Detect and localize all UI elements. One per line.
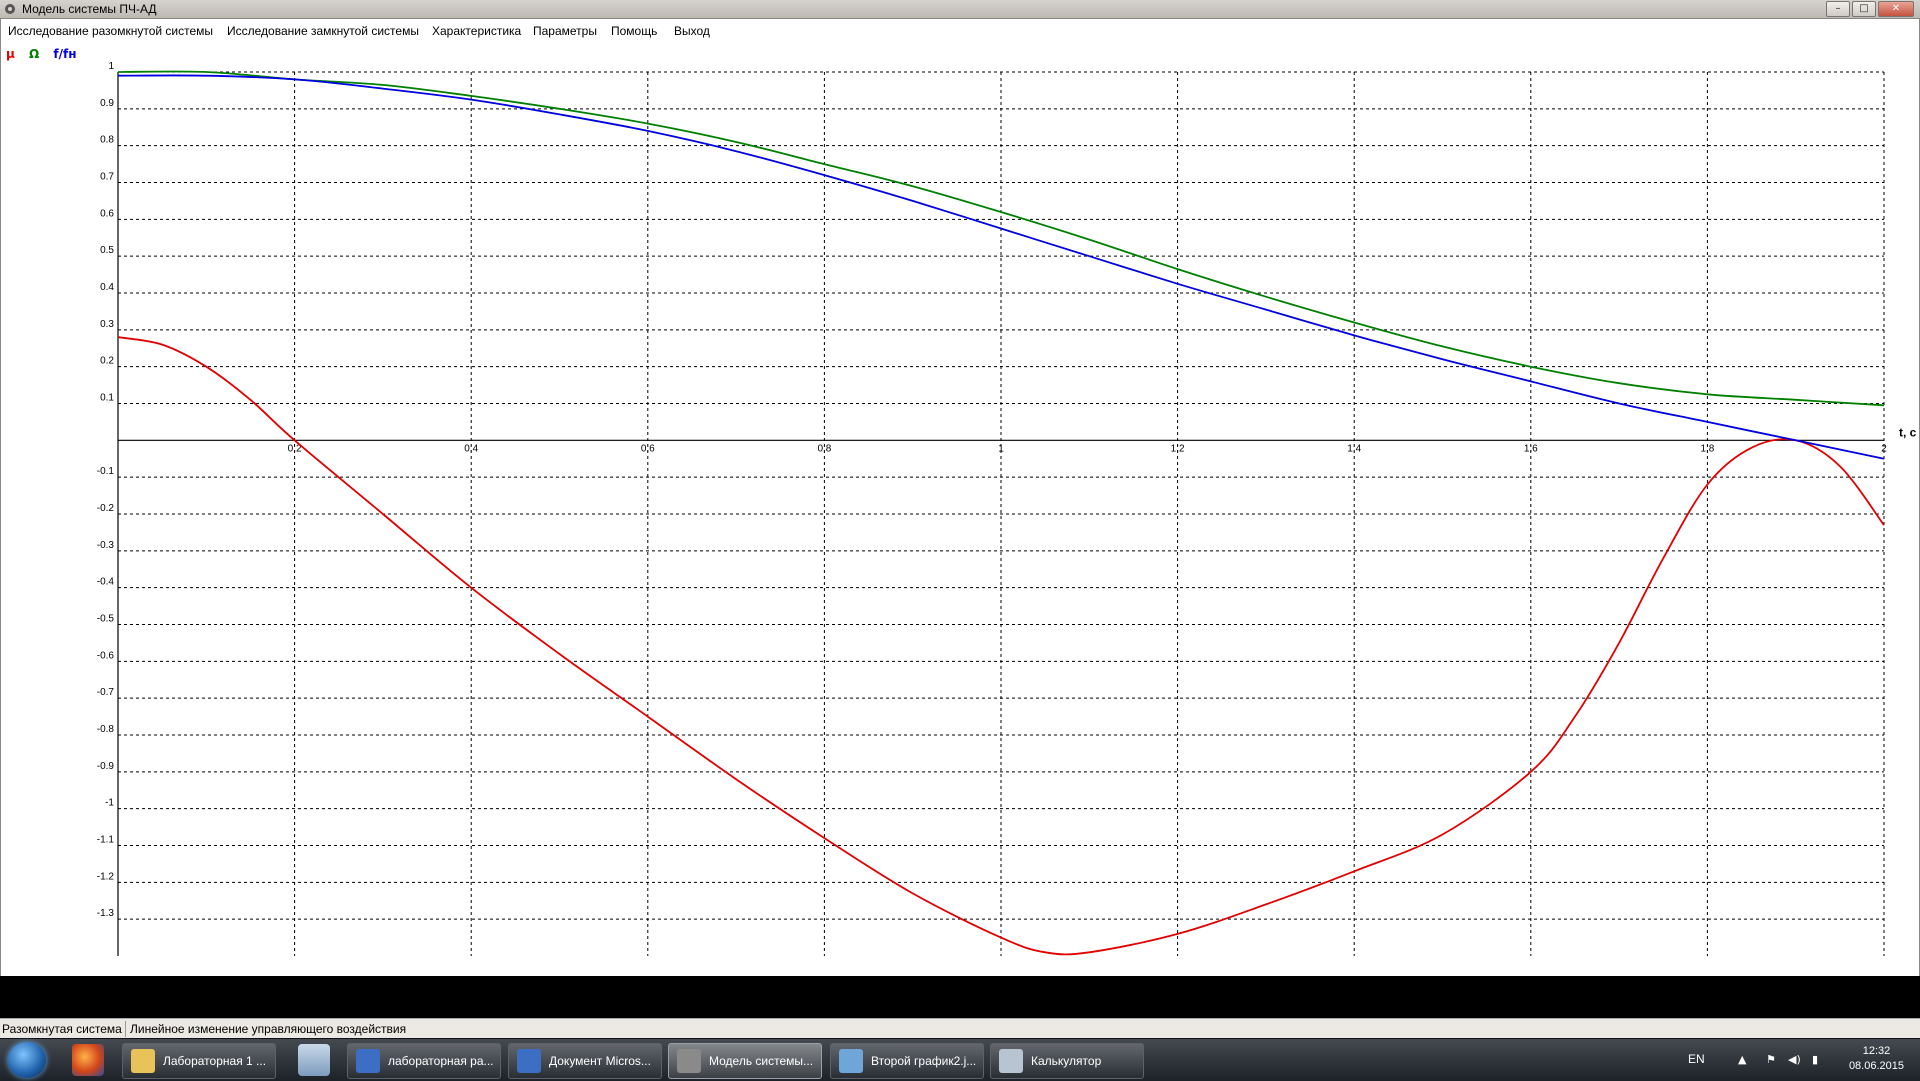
x-tick-label: 0.8 <box>817 443 831 454</box>
language-indicator[interactable]: EN <box>1688 1052 1705 1066</box>
show-hidden-icons[interactable]: ▲ <box>1738 1053 1746 1066</box>
volume-icon[interactable]: ◀) <box>1788 1053 1801 1066</box>
word-doc-icon <box>356 1049 380 1073</box>
menu-characteristic[interactable]: Характеристика <box>432 24 521 38</box>
system-tray: EN ▲ ⚑ ◀) ▮ 12:32 08.06.2015 <box>1680 1039 1920 1081</box>
y-tick-label: -1.3 <box>97 908 115 919</box>
menu-bar: Исследование разомкнутой системы Исследо… <box>0 19 1920 41</box>
y-tick-label: -0.2 <box>97 503 115 514</box>
y-tick-label: -0.9 <box>97 761 115 772</box>
status-mode: Разомкнутая система <box>2 1022 122 1036</box>
taskbar-item[interactable]: Документ Micros... <box>508 1043 662 1079</box>
y-tick-label: 0.2 <box>100 356 114 367</box>
y-tick-label: -0.7 <box>97 687 115 698</box>
maximize-button[interactable]: □ <box>1852 1 1876 17</box>
taskbar-item[interactable]: лабораторная ра... <box>347 1043 501 1079</box>
y-tick-label: -0.8 <box>97 724 115 735</box>
y-tick-label: 0.8 <box>100 135 114 146</box>
clock-time: 12:32 <box>1862 1045 1891 1057</box>
taskbar-item-label: Калькулятор <box>1031 1054 1102 1068</box>
explorer-icon[interactable] <box>298 1044 330 1076</box>
taskbar-item-label: Второй график2.j... <box>871 1054 977 1068</box>
minimize-button[interactable]: – <box>1826 1 1850 17</box>
calculator-icon <box>999 1049 1023 1073</box>
clock[interactable]: 12:32 08.06.2015 <box>1849 1044 1904 1074</box>
y-tick-label: -0.1 <box>97 466 115 477</box>
menu-help[interactable]: Помощь <box>611 24 657 38</box>
y-tick-label: -0.3 <box>97 540 115 551</box>
gear-icon <box>677 1049 701 1073</box>
y-tick-label: 0.9 <box>100 98 114 109</box>
x-tick-label: 0.6 <box>641 443 655 454</box>
start-button[interactable] <box>8 1042 46 1078</box>
word-doc-icon <box>517 1049 541 1073</box>
x-tick-label: 1 <box>998 443 1004 454</box>
menu-exit[interactable]: Выход <box>674 24 710 38</box>
y-tick-label: -0.6 <box>97 650 115 661</box>
taskbar-item[interactable]: Лабораторная 1 ... <box>122 1043 276 1079</box>
gear-icon <box>5 4 15 14</box>
y-tick-label: 0.7 <box>100 172 114 183</box>
menu-open-system[interactable]: Исследование разомкнутой системы <box>8 24 213 38</box>
menu-closed-system[interactable]: Исследование замкнутой системы <box>227 24 419 38</box>
x-tick-label: 1.2 <box>1171 443 1185 454</box>
y-tick-label: 0.6 <box>100 208 114 219</box>
network-icon[interactable]: ▮ <box>1812 1053 1818 1066</box>
x-tick-label: 1.8 <box>1700 443 1714 454</box>
window-titlebar[interactable]: Модель системы ПЧ-АД – □ ✕ <box>0 0 1920 19</box>
y-tick-label: 0.3 <box>100 319 114 330</box>
y-tick-label: -1.2 <box>97 871 115 882</box>
time-response-chart: 1 0.9 0.8 0.7 0.6 0.5 0.4 0.3 0.2 0.1 -0.1 -0.2 -0.3… <box>97 61 1917 956</box>
taskbar-item-label: Лабораторная 1 ... <box>163 1054 267 1068</box>
y-tick-label: -1 <box>105 798 114 809</box>
y-tick-label: 0.1 <box>100 393 114 404</box>
close-button[interactable]: ✕ <box>1878 1 1914 17</box>
y-tick-label: 0.4 <box>100 282 114 293</box>
y-tick-label: 0.5 <box>100 245 114 256</box>
status-bar: Разомкнутая система Линейное изменение у… <box>0 1018 1920 1039</box>
folder-icon <box>131 1049 155 1073</box>
firefox-icon[interactable] <box>72 1044 104 1076</box>
y-tick-label: -1.1 <box>97 835 115 846</box>
taskbar-item[interactable]: Модель системы... <box>668 1043 822 1079</box>
x-tick-label: 0.4 <box>464 443 478 454</box>
menu-parameters[interactable]: Параметры <box>533 24 597 38</box>
taskbar-item-label: Документ Micros... <box>549 1054 651 1068</box>
taskbar-item[interactable]: Калькулятор <box>990 1043 1144 1079</box>
taskbar: Лабораторная 1 ... лабораторная ра... Доку… <box>0 1038 1920 1081</box>
y-tick-label: -0.5 <box>97 614 115 625</box>
x-tick-label: 2 <box>1881 443 1887 454</box>
y-tick-label: 1 <box>108 61 114 72</box>
taskbar-item-label: лабораторная ра... <box>388 1054 494 1068</box>
image-viewer-icon <box>839 1049 863 1073</box>
clock-date: 08.06.2015 <box>1848 1060 1904 1072</box>
y-tick-label: -0.4 <box>97 577 115 588</box>
action-center-flag-icon[interactable]: ⚑ <box>1766 1053 1776 1066</box>
x-axis-label: t, c <box>1899 425 1917 439</box>
x-tick-label: 1.4 <box>1347 443 1361 454</box>
window-title: Модель системы ПЧ-АД <box>22 2 157 16</box>
x-tick-label: 1.6 <box>1524 443 1538 454</box>
series-mu-line <box>117 336 1885 956</box>
output-panel <box>0 976 1920 1018</box>
status-description: Линейное изменение управляющего воздейст… <box>125 1021 406 1037</box>
taskbar-item-label: Модель системы... <box>709 1054 814 1068</box>
taskbar-item[interactable]: Второй график2.j... <box>830 1043 984 1079</box>
